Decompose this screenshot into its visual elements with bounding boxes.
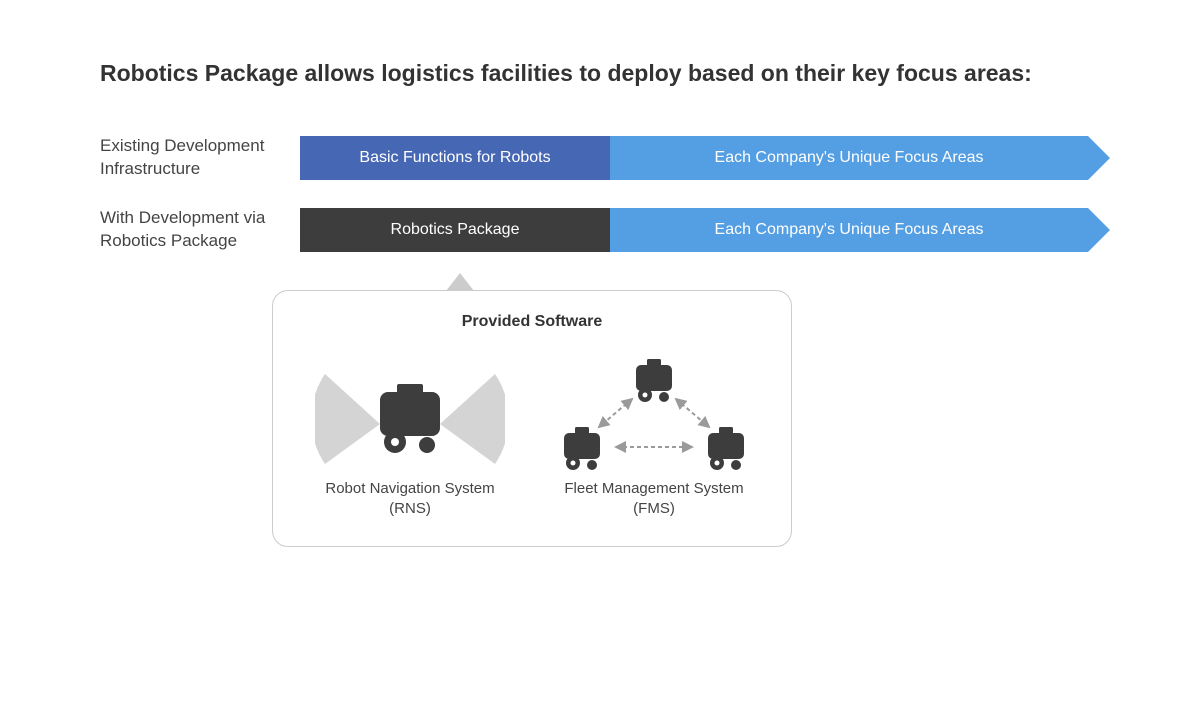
diagram-title: Robotics Package allows logistics facili… [100, 60, 1120, 87]
row-robotics-bar: Robotics Package Each Company's Unique F… [300, 208, 1110, 252]
segment-basic-functions: Basic Functions for Robots [300, 136, 610, 180]
segment-unique-focus-2: Each Company's Unique Focus Areas [610, 208, 1088, 252]
robot-navigation-icon [293, 349, 527, 479]
segment-unique-focus-1: Each Company's Unique Focus Areas [610, 136, 1088, 180]
segment-robotics-package: Robotics Package [300, 208, 610, 252]
software-rns: Robot Navigation System (RNS) [293, 349, 527, 520]
software-fms-label: Fleet Management System (FMS) [537, 479, 771, 520]
arrowhead-icon [1088, 208, 1110, 252]
callout-title: Provided Software [293, 313, 771, 331]
arrowhead-icon [1088, 136, 1110, 180]
software-fms: Fleet Management System (FMS) [537, 349, 771, 520]
software-rns-label: Robot Navigation System (RNS) [293, 479, 527, 520]
row-robotics-package: With Development via Robotics Package Ro… [100, 207, 1120, 253]
provided-software-callout: Provided Software Robot Navigation [272, 290, 792, 547]
row-existing-bar: Basic Functions for Robots Each Company'… [300, 136, 1110, 180]
row-robotics-label: With Development via Robotics Package [100, 207, 300, 253]
fleet-management-icon [537, 349, 771, 479]
row-existing-label: Existing Development Infrastructure [100, 135, 300, 181]
row-existing: Existing Development Infrastructure Basi… [100, 135, 1120, 181]
callout-pointer-icon [448, 275, 472, 291]
